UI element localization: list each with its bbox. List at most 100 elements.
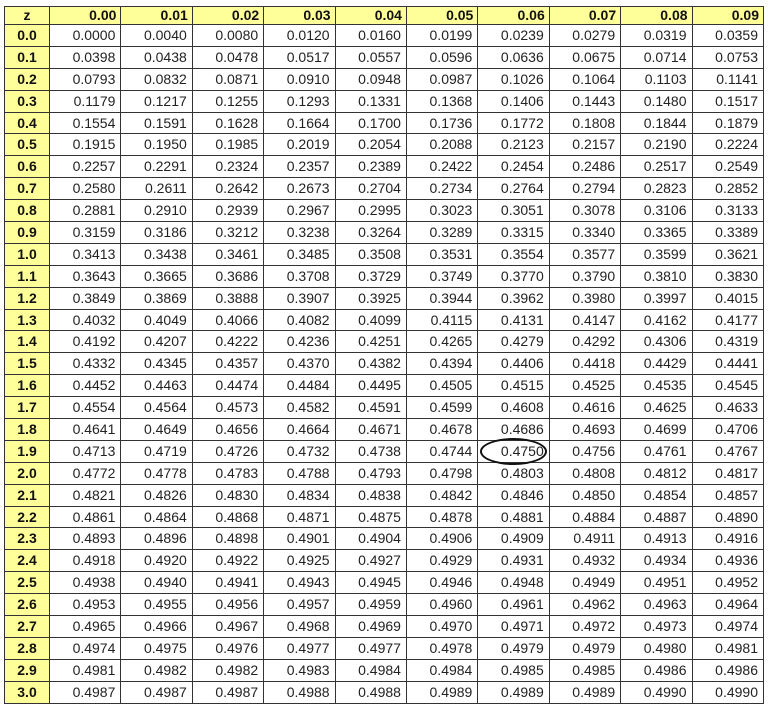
table-cell: 0.0596 (405, 45, 479, 69)
table-cell: 0.3106 (620, 199, 693, 223)
table-cell: 0.4099 (334, 308, 407, 332)
table-cell: 0.4292 (548, 330, 622, 354)
table-cell: 0.4706 (691, 418, 765, 441)
table-cell: 0.4082 (263, 308, 336, 332)
row-header: 0.9 (4, 221, 50, 244)
table-cell: 0.4861 (48, 505, 122, 529)
table-cell: 0.4987 (120, 680, 193, 705)
table-cell: 0.2054 (334, 133, 407, 157)
table-cell: 0.3508 (334, 242, 407, 266)
table-cell: 0.3925 (334, 286, 407, 310)
table-cell: 0.4345 (120, 352, 193, 376)
row-header: 1.0 (4, 242, 50, 266)
table-cell: 0.4236 (263, 330, 336, 354)
table-cell: 0.4965 (48, 615, 122, 638)
table-cell: 0.4963 (620, 593, 693, 617)
row-header: 0.8 (4, 199, 50, 223)
column-header: 0.01 (120, 6, 193, 25)
table-cell: 0.3078 (548, 199, 622, 223)
row-header: 0.4 (4, 111, 50, 135)
table-cell: 0.4429 (620, 352, 693, 376)
table-cell: 0.4857 (691, 483, 765, 507)
table-cell: 0.4452 (48, 374, 122, 398)
table-cell: 0.4976 (191, 636, 265, 660)
table-cell: 0.2881 (48, 199, 122, 223)
table-cell: 0.0080 (191, 24, 265, 47)
table-cell: 0.0279 (548, 24, 622, 47)
table-cell: 0.3749 (405, 264, 479, 288)
table-cell: 0.0319 (620, 24, 693, 47)
table-row: 0.9 0.3159 0.3186 0.3212 0.3238 0.3264 0.3289 0… (4, 221, 765, 244)
table-cell: 0.4808 (548, 461, 622, 485)
table-cell: 0.4956 (191, 593, 265, 617)
table-cell: 0.4319 (691, 330, 765, 354)
table-cell: 0.3554 (477, 242, 550, 266)
table-cell: 0.4985 (477, 658, 550, 682)
table-cell: 0.4968 (263, 615, 336, 638)
table-row: 2.7 0.4965 0.4966 0.4967 0.4968 0.4969 0.4970 0… (4, 615, 765, 638)
table-cell: 0.4798 (405, 461, 479, 485)
table-cell: 0.4306 (620, 330, 693, 354)
table-cell: 0.1406 (477, 89, 550, 113)
row-header: 2.9 (4, 658, 50, 682)
table-cell: 0.4951 (620, 571, 693, 595)
table-cell: 0.0675 (548, 45, 622, 69)
table-cell: 0.1736 (405, 111, 479, 135)
table-cell: 0.1808 (548, 111, 622, 135)
row-header: 2.3 (4, 527, 50, 551)
table-cell: 0.4495 (334, 374, 407, 398)
table-cell: 0.4599 (405, 396, 479, 420)
table-cell: 0.4967 (191, 615, 265, 638)
table-cell: 0.0239 (477, 24, 550, 47)
table-row: 1.4 0.4192 0.4207 0.4222 0.4236 0.4251 0.4265 0… (4, 330, 765, 354)
table-cell: 0.2517 (620, 155, 693, 179)
row-header: 1.4 (4, 330, 50, 354)
table-cell: 0.2823 (620, 177, 693, 201)
table-cell: 0.4441 (691, 352, 765, 376)
table-cell: 0.4884 (548, 505, 622, 529)
table-cell: 0.4932 (548, 549, 622, 573)
table-cell: 0.1255 (191, 89, 265, 113)
row-header: 2.4 (4, 549, 50, 573)
table-cell: 0.4986 (620, 658, 693, 682)
table-cell: 0.2764 (477, 177, 550, 201)
table-cell: 0.2673 (263, 177, 336, 201)
table-cell: 0.4793 (334, 461, 407, 485)
table-cell: 0.4633 (691, 396, 765, 420)
table-cell: 0.4918 (48, 549, 122, 573)
table-cell: 0.0438 (120, 45, 193, 69)
table-cell: 0.1879 (691, 111, 765, 135)
table-row: 0.7 0.2580 0.2611 0.2642 0.2673 0.2704 0.2734 0… (4, 177, 765, 201)
table-cell: 0.0478 (191, 45, 265, 69)
table-cell: 0.1026 (477, 67, 550, 91)
table-cell: 0.3264 (334, 221, 407, 244)
table-cell: 0.4854 (620, 483, 693, 507)
row-header: 1.1 (4, 264, 50, 288)
table-cell: 0.2422 (405, 155, 479, 179)
table-cell: 0.4972 (548, 615, 622, 638)
table-cell: 0.4945 (334, 571, 407, 595)
table-cell: 0.0793 (48, 67, 122, 91)
table-cell: 0.1293 (263, 89, 336, 113)
table-cell: 0.4989 (477, 680, 550, 705)
row-header: 2.6 (4, 593, 50, 617)
table-cell: 0.1700 (334, 111, 407, 135)
table-cell: 0.2910 (120, 199, 193, 223)
table-cell: 0.4957 (263, 593, 336, 617)
table-cell: 0.4971 (477, 615, 550, 638)
row-header: 0.1 (4, 45, 50, 69)
table-cell: 0.3621 (691, 242, 765, 266)
table-row: 2.9 0.4981 0.4982 0.4982 0.4983 0.4984 0.4984 0… (4, 658, 765, 682)
table-row: 0.5 0.1915 0.1950 0.1985 0.2019 0.2054 0.2088 0… (4, 133, 765, 157)
table-cell: 0.4222 (191, 330, 265, 354)
table-cell: 0.3238 (263, 221, 336, 244)
table-cell: 0.4966 (120, 615, 193, 638)
table-cell: 0.4979 (477, 636, 550, 660)
table-cell: 0.4953 (48, 593, 122, 617)
table-cell: 0.4382 (334, 352, 407, 376)
table-cell: 0.4830 (191, 483, 265, 507)
z-column-header: z (4, 6, 50, 25)
table-row: 1.2 0.3849 0.3869 0.3888 0.3907 0.3925 0.3944 0… (4, 286, 765, 310)
table-cell: 0.4909 (477, 527, 550, 551)
table-cell: 0.3289 (405, 221, 479, 244)
